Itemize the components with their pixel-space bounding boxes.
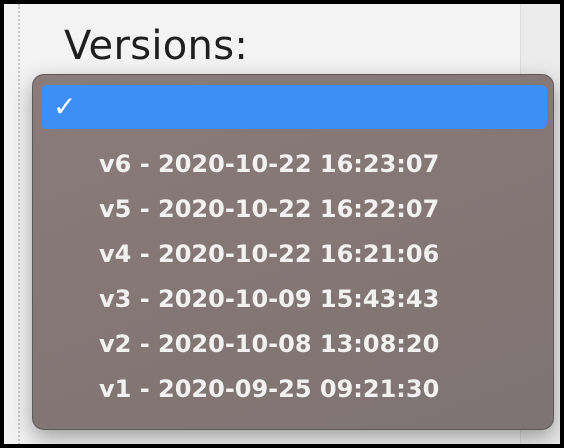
version-option-label: v3 - 2020-10-09 15:43:43 xyxy=(99,285,440,313)
versions-label: Versions: xyxy=(64,23,249,69)
version-option-v6[interactable]: v6 - 2020-10-22 16:23:07 xyxy=(41,142,547,186)
version-option-label: v2 - 2020-10-08 13:08:20 xyxy=(99,330,440,358)
version-option-v4[interactable]: v4 - 2020-10-22 16:21:06 xyxy=(41,232,547,276)
versions-dropdown-menu[interactable]: ✓ v6 - 2020-10-22 16:23:07 v5 - 2020-10-… xyxy=(32,74,554,430)
version-option-label: v1 - 2020-09-25 09:21:30 xyxy=(99,375,440,403)
version-option-v5[interactable]: v5 - 2020-10-22 16:22:07 xyxy=(41,187,547,231)
window-frame: Versions: ✓ v6 - 2020-10-22 16:23:07 v5 … xyxy=(0,0,564,448)
version-option-v3[interactable]: v3 - 2020-10-09 15:43:43 xyxy=(41,277,547,321)
version-option-label: v5 - 2020-10-22 16:22:07 xyxy=(99,195,440,223)
dotted-guide xyxy=(18,4,20,444)
checkmark-icon: ✓ xyxy=(53,90,77,123)
version-option-label: v4 - 2020-10-22 16:21:06 xyxy=(99,240,440,268)
version-option-v1[interactable]: v1 - 2020-09-25 09:21:30 xyxy=(41,367,547,411)
version-option-empty[interactable]: ✓ xyxy=(41,85,547,129)
version-option-label: v6 - 2020-10-22 16:23:07 xyxy=(99,150,440,178)
version-option-v2[interactable]: v2 - 2020-10-08 13:08:20 xyxy=(41,322,547,366)
